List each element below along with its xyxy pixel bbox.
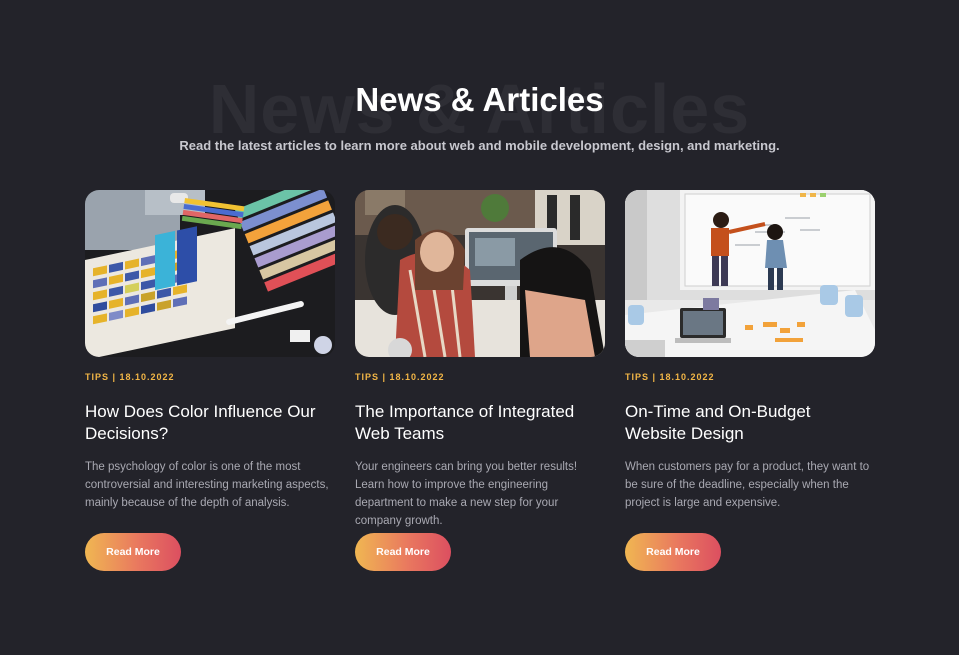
article-card: TIPS | 18.10.2022 How Does Color Influen… — [85, 190, 335, 571]
team-at-computer-image — [355, 190, 605, 357]
color-swatches-image — [85, 190, 335, 357]
articles-grid: TIPS | 18.10.2022 How Does Color Influen… — [85, 190, 875, 571]
article-title[interactable]: The Importance of Integrated Web Teams — [355, 401, 605, 445]
article-image-team-computer[interactable] — [355, 190, 605, 357]
article-meta: TIPS | 18.10.2022 — [355, 372, 445, 382]
article-image-whiteboard-meeting[interactable] — [625, 190, 875, 357]
article-meta: TIPS | 18.10.2022 — [625, 372, 715, 382]
article-excerpt: Your engineers can bring you better resu… — [355, 461, 578, 527]
read-more-button[interactable]: Read More — [355, 533, 451, 571]
article-meta: TIPS | 18.10.2022 — [85, 372, 175, 382]
article-excerpt: The psychology of color is one of the mo… — [85, 461, 329, 509]
section-subtitle: Read the latest articles to learn more a… — [179, 138, 780, 153]
read-more-button[interactable]: Read More — [625, 533, 721, 571]
read-more-button[interactable]: Read More — [85, 533, 181, 571]
article-image-color-swatches[interactable] — [85, 190, 335, 357]
whiteboard-meeting-image — [625, 190, 875, 357]
article-card: TIPS | 18.10.2022 On-Time and On-Budget … — [625, 190, 875, 571]
section-title: News & Articles — [355, 81, 604, 118]
news-articles-section: News & Articles News & Articles Read the… — [0, 0, 959, 655]
article-card: TIPS | 18.10.2022 The Importance of Inte… — [355, 190, 605, 571]
article-title[interactable]: How Does Color Influence Our Decisions? — [85, 401, 335, 445]
article-excerpt: When customers pay for a product, they w… — [625, 461, 870, 509]
article-title[interactable]: On-Time and On-Budget Website Design — [625, 401, 875, 445]
